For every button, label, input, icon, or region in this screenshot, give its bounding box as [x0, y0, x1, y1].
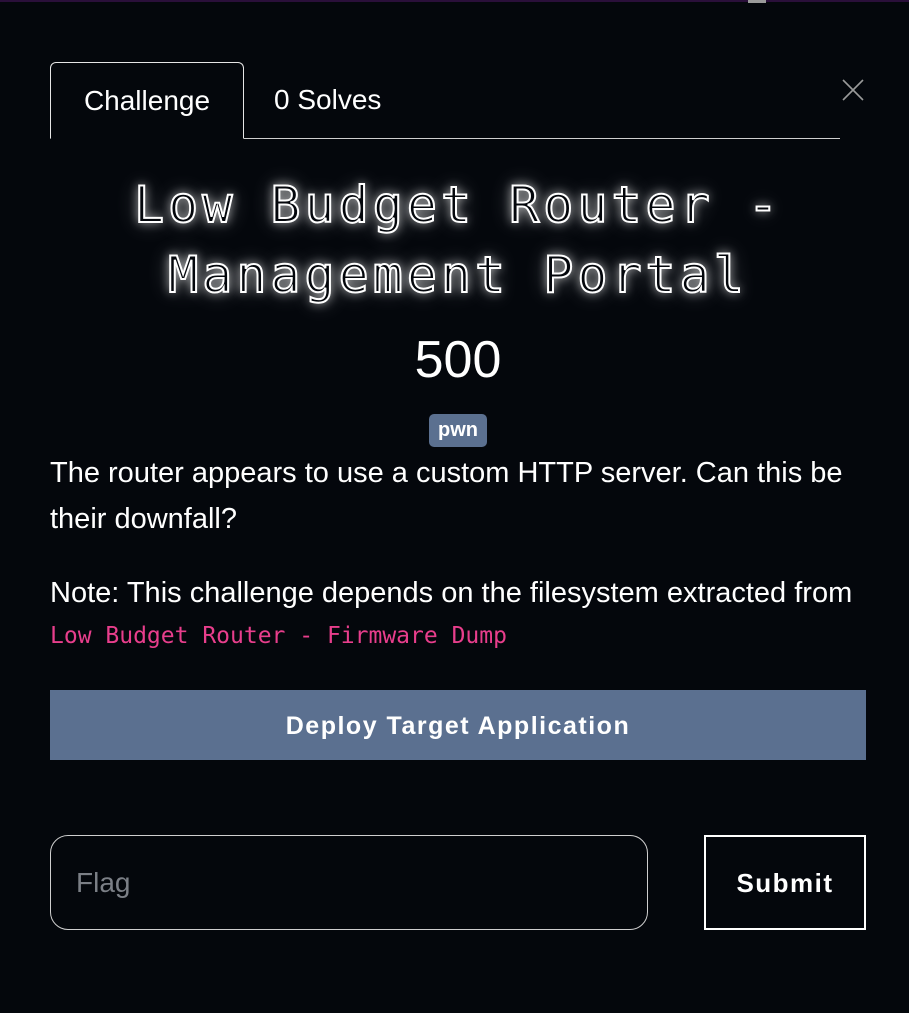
description-code: Low Budget Router - Firmware Dump [50, 623, 507, 649]
tab-challenge[interactable]: Challenge [50, 62, 244, 139]
challenge-modal: Challenge 0 Solves Low Budget Router - M… [0, 0, 909, 1013]
tab-solves[interactable]: 0 Solves [274, 62, 414, 138]
description-text: The router appears to use a custom HTTP … [50, 457, 843, 535]
challenge-name: Low Budget Router - Management Portal [133, 175, 782, 305]
submit-button[interactable]: Submit [704, 835, 866, 930]
deploy-button[interactable]: Deploy Target Application [50, 690, 866, 760]
description-note-text: Note: This challenge depends on the file… [50, 577, 853, 609]
tag-list: pwn [50, 414, 866, 447]
challenge-tabs: Challenge 0 Solves [50, 62, 840, 139]
challenge-value: 500 [414, 331, 502, 389]
challenge-tag: pwn [429, 414, 487, 447]
close-button[interactable] [840, 77, 866, 103]
description-note: Note: This challenge depends on the file… [50, 570, 866, 656]
challenge-description: The router appears to use a custom HTTP … [50, 450, 866, 656]
flag-input[interactable] [50, 835, 648, 930]
close-icon [842, 79, 864, 101]
